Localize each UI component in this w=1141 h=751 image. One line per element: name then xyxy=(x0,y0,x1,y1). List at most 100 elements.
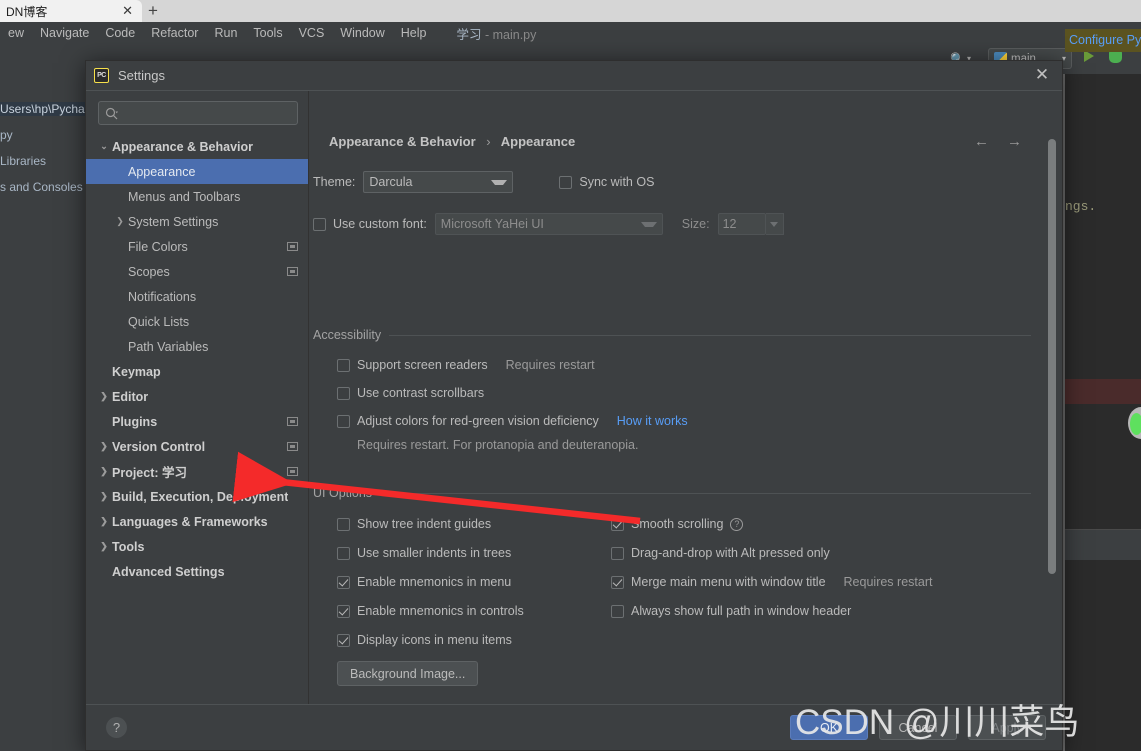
browser-tab[interactable]: DN博客 ✕ xyxy=(0,0,142,22)
support-screen-readers-checkbox[interactable] xyxy=(337,358,350,372)
copy-settings-icon[interactable] xyxy=(287,417,298,426)
settings-tree-item-label: Scopes xyxy=(128,264,170,279)
font-size-stepper[interactable] xyxy=(765,213,784,235)
adjust-colors-checkbox[interactable] xyxy=(337,414,350,428)
sync-with-os-checkbox[interactable] xyxy=(559,175,573,189)
menu-item-tools[interactable]: Tools xyxy=(245,25,290,41)
forward-arrow-icon[interactable]: → xyxy=(1007,134,1022,149)
settings-tree-item[interactable]: Menus and Toolbars xyxy=(86,184,308,209)
chevron-right-icon[interactable]: ❯ xyxy=(96,516,112,527)
help-icon[interactable]: ? xyxy=(730,517,744,531)
project-row[interactable]: py xyxy=(0,128,13,142)
settings-tree-item[interactable]: Scopes xyxy=(86,259,308,284)
font-size-input[interactable]: 12 xyxy=(717,213,766,235)
settings-tree-item[interactable]: File Colors xyxy=(86,234,308,259)
project-row[interactable]: Users\hp\Pycha xyxy=(0,102,85,116)
settings-tree-item[interactable]: ❯ Tools xyxy=(86,534,308,559)
always-show-full-path-checkbox[interactable] xyxy=(611,604,624,618)
background-image-button[interactable]: Background Image... xyxy=(337,661,479,686)
enable-mnemonics-controls-checkbox[interactable] xyxy=(337,604,350,618)
chevron-right-icon[interactable]: ❯ xyxy=(96,391,112,402)
settings-tree-item[interactable]: Keymap xyxy=(86,359,308,384)
new-tab-icon[interactable]: + xyxy=(148,2,158,19)
enable-mnemonics-menu-checkbox[interactable] xyxy=(337,575,350,589)
smooth-scrolling-checkbox[interactable] xyxy=(611,517,624,531)
copy-settings-icon[interactable] xyxy=(287,267,298,276)
chevron-right-icon[interactable]: ❯ xyxy=(96,491,112,502)
custom-font-value: Microsoft YaHei UI xyxy=(440,217,544,231)
settings-tree-item-label: Appearance xyxy=(128,164,196,179)
settings-tree-item[interactable]: ❯ System Settings xyxy=(86,209,308,234)
copy-settings-icon[interactable] xyxy=(287,442,298,451)
merge-main-menu-row: Merge main menu with window title Requir… xyxy=(611,575,932,589)
settings-tree-item[interactable]: ⌄ Appearance & Behavior xyxy=(86,134,308,159)
chevron-right-icon[interactable]: ❯ xyxy=(96,466,112,477)
search-box[interactable] xyxy=(98,101,298,125)
show-tree-indent-guides-checkbox[interactable] xyxy=(337,517,350,531)
settings-tree-item-label: Notifications xyxy=(128,289,197,304)
menu-item-view[interactable]: ew xyxy=(0,25,32,41)
close-icon[interactable]: ✕ xyxy=(119,3,136,19)
copy-settings-icon[interactable] xyxy=(287,467,298,476)
settings-tree-item[interactable]: Quick Lists xyxy=(86,309,308,334)
chevron-right-icon[interactable]: ❯ xyxy=(96,541,112,552)
content-scrollbar[interactable] xyxy=(1048,139,1056,574)
how-it-works-link[interactable]: How it works xyxy=(617,414,688,428)
project-tree-panel: Users\hp\Pycha py Libraries s and Consol… xyxy=(0,74,85,751)
menu-item-navigate[interactable]: Navigate xyxy=(32,25,97,41)
chevron-right-icon[interactable]: ❯ xyxy=(96,441,112,452)
settings-tree-item-label: Quick Lists xyxy=(128,314,190,329)
menu-item-vcs[interactable]: VCS xyxy=(291,25,333,41)
ok-button[interactable]: OK xyxy=(790,715,868,740)
chevron-down-icon[interactable]: ⌄ xyxy=(96,141,112,152)
project-row[interactable]: Libraries xyxy=(0,154,46,168)
close-icon[interactable]: ✕ xyxy=(1032,65,1052,85)
settings-tree-item[interactable]: ❯ Project: 学习 xyxy=(86,459,308,484)
menu-item-refactor[interactable]: Refactor xyxy=(143,25,206,41)
display-icons-menu-items-checkbox[interactable] xyxy=(337,633,350,647)
search-wrapper xyxy=(86,101,308,134)
settings-tree-item-label: Version Control xyxy=(112,439,206,454)
help-icon[interactable]: ? xyxy=(106,717,127,738)
ide-document-title: 学习 - main.py xyxy=(456,24,536,43)
chevron-right-icon[interactable]: ❯ xyxy=(112,216,128,227)
settings-tree-item[interactable]: ❯ Build, Execution, Deployment xyxy=(86,484,308,509)
settings-tree-item[interactable]: ❯ Editor xyxy=(86,384,308,409)
use-smaller-indents-checkbox[interactable] xyxy=(337,546,350,560)
settings-tree-item[interactable]: Path Variables xyxy=(86,334,308,359)
settings-tree-item[interactable]: Appearance xyxy=(86,159,308,184)
editor-lower-panel xyxy=(1065,530,1141,560)
settings-tree-item-label: System Settings xyxy=(128,214,219,229)
theme-row: Theme: Darcula Sync with OS xyxy=(313,171,654,193)
breadcrumb-current: Appearance xyxy=(500,134,576,149)
accessibility-footnote: Requires restart. For protanopia and deu… xyxy=(357,438,639,452)
drag-and-drop-alt-checkbox[interactable] xyxy=(611,546,624,560)
custom-font-select[interactable]: Microsoft YaHei UI xyxy=(434,213,663,235)
menu-item-help[interactable]: Help xyxy=(393,25,435,41)
use-smaller-indents-label: Use smaller indents in trees xyxy=(357,546,512,560)
settings-tree-item[interactable]: Plugins xyxy=(86,409,308,434)
configure-interpreter-banner: Configure Py xyxy=(1065,29,1141,52)
settings-tree-item[interactable]: Advanced Settings xyxy=(86,559,308,584)
search-input[interactable] xyxy=(122,106,291,120)
cancel-button[interactable]: Cancel xyxy=(879,715,957,740)
breadcrumb-root[interactable]: Appearance & Behavior xyxy=(329,134,476,149)
settings-tree-item[interactable]: Notifications xyxy=(86,284,308,309)
project-row[interactable]: s and Consoles xyxy=(0,180,83,194)
settings-tree-item[interactable]: ❯ Languages & Frameworks xyxy=(86,509,308,534)
chevron-down-icon xyxy=(640,221,657,227)
use-contrast-scrollbars-checkbox[interactable] xyxy=(337,386,350,400)
apply-button[interactable]: Apply xyxy=(968,715,1046,740)
settings-tree-item[interactable]: ❯ Version Control xyxy=(86,434,308,459)
copy-settings-icon[interactable] xyxy=(287,242,298,251)
theme-select[interactable]: Darcula xyxy=(363,171,514,193)
configure-python-link[interactable]: Configure Py xyxy=(1065,29,1141,47)
theme-label: Theme: xyxy=(313,175,356,189)
back-arrow-icon[interactable]: ← xyxy=(974,134,989,149)
menu-item-run[interactable]: Run xyxy=(206,25,245,41)
menu-item-code[interactable]: Code xyxy=(97,25,143,41)
adjust-colors-label: Adjust colors for red-green vision defic… xyxy=(357,414,599,428)
use-custom-font-checkbox[interactable] xyxy=(313,217,326,231)
merge-main-menu-checkbox[interactable] xyxy=(611,575,624,589)
menu-item-window[interactable]: Window xyxy=(332,25,392,41)
